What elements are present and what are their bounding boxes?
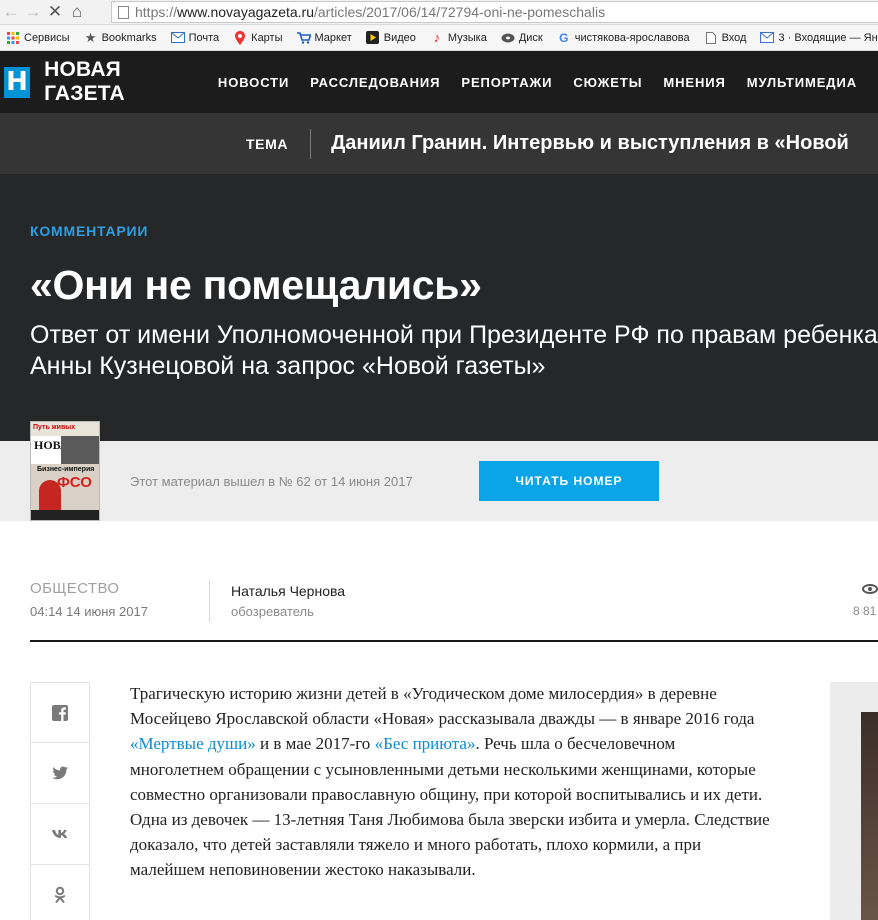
cart-icon xyxy=(296,31,311,45)
link-dead-souls[interactable]: «Мертвые души» xyxy=(130,734,256,753)
site-header: Н НОВАЯ ГАЗЕТА НОВОСТИ РАССЛЕДОВАНИЯ РЕП… xyxy=(0,51,878,113)
topic-divider xyxy=(310,128,312,159)
issue-cover-image[interactable]: Путь живых НОВАЯ Бизнес-империя ФСО xyxy=(30,421,100,521)
facebook-icon xyxy=(52,704,68,721)
page-icon xyxy=(704,31,718,45)
article-meta: ОБЩЕСТВО 04:14 14 июня 2017 Наталья Черн… xyxy=(0,570,878,642)
nav-item-opinions[interactable]: МНЕНИЯ xyxy=(663,75,725,90)
browser-toolbar: ← → ✕ ⌂ https://www.novayagazeta.ru/arti… xyxy=(0,0,878,25)
bookmark-mail[interactable]: Почта xyxy=(170,31,219,45)
author-name-link[interactable]: Наталья Чернова xyxy=(231,583,345,599)
bookmark-google-search[interactable]: G чистякова-ярославова xyxy=(557,31,690,45)
url-prefix: https:// xyxy=(135,4,178,20)
vk-icon xyxy=(52,830,68,838)
home-icon[interactable]: ⌂ xyxy=(66,1,88,23)
cover-top-text: Путь живых xyxy=(31,422,99,436)
twitter-icon xyxy=(52,766,68,780)
back-arrow-icon[interactable]: ← xyxy=(0,1,22,23)
share-twitter-button[interactable] xyxy=(31,743,89,804)
address-input[interactable]: https://www.novayagazeta.ru/articles/201… xyxy=(111,1,878,23)
url-host: www.novayagazeta.ru xyxy=(177,4,314,20)
bookmark-bookmarks[interactable]: ★ Bookmarks xyxy=(84,31,157,45)
share-panel xyxy=(30,682,90,920)
bookmarks-bar: Сервисы ★ Bookmarks Почта Карты Маркет В… xyxy=(0,25,878,51)
main-nav: НОВОСТИ РАССЛЕДОВАНИЯ РЕПОРТАЖИ СЮЖЕТЫ М… xyxy=(218,75,878,90)
google-icon: G xyxy=(559,30,569,45)
bookmark-music[interactable]: ♪ Музыка xyxy=(430,31,487,45)
share-vk-button[interactable] xyxy=(31,804,89,865)
url-path: /articles/2017/06/14/72794-oni-ne-pomesc… xyxy=(314,4,606,20)
topic-label: ТЕМА xyxy=(246,135,289,152)
disk-icon xyxy=(501,31,515,45)
inbox-icon xyxy=(760,31,775,45)
nav-item-multimedia[interactable]: МУЛЬТИМЕДИА xyxy=(747,75,857,90)
bookmark-inbox[interactable]: 3 · Входящие — Ян xyxy=(760,31,878,45)
meta-rule xyxy=(30,640,878,642)
bookmark-maps[interactable]: Карты xyxy=(233,30,283,45)
bookmark-disk[interactable]: Диск xyxy=(501,31,543,45)
issue-info-text: Этот материал вышел в № 62 от 14 июня 20… xyxy=(130,474,413,489)
odnoklassniki-icon xyxy=(54,886,66,903)
issue-strip: Путь живых НОВАЯ Бизнес-империя ФСО Этот… xyxy=(0,421,878,521)
share-odnoklassniki-button[interactable] xyxy=(31,865,89,920)
page-icon xyxy=(118,5,129,19)
topic-title-link[interactable]: Даниил Гранин. Интервью и выступления в … xyxy=(331,132,849,155)
article-hero: КОММЕНТАРИИ «Они не помещались» Ответ от… xyxy=(0,174,878,441)
cover-big-title: ФСО xyxy=(57,474,92,491)
cover-headline: Бизнес-империя xyxy=(37,466,95,473)
sidebar-teaser[interactable] xyxy=(830,682,878,920)
cover-photo xyxy=(61,436,99,464)
music-note-icon: ♪ xyxy=(433,30,441,45)
star-icon: ★ xyxy=(84,30,97,45)
link-bes-priyuta[interactable]: «Бес приюта» xyxy=(375,734,476,753)
meta-divider xyxy=(209,580,210,622)
nav-item-investigations[interactable]: РАССЛЕДОВАНИЯ xyxy=(310,75,440,90)
eye-icon xyxy=(862,584,878,594)
forward-arrow-icon[interactable]: → xyxy=(22,1,44,23)
section-link[interactable]: ОБЩЕСТВО xyxy=(30,580,119,597)
share-facebook-button[interactable] xyxy=(31,682,89,743)
article-paragraph: Трагическую историю жизни детей в «Угоди… xyxy=(130,684,770,880)
bookmark-market[interactable]: Маркет xyxy=(296,31,352,45)
article-body: Трагическую историю жизни детей в «Угоди… xyxy=(130,681,772,883)
apps-grid-icon xyxy=(6,31,20,45)
stop-loading-icon[interactable]: ✕ xyxy=(44,1,66,23)
author-role: обозреватель xyxy=(231,604,314,619)
map-pin-icon xyxy=(233,30,247,45)
cover-crowd xyxy=(31,510,99,520)
article-headline: «Они не помещались» xyxy=(30,262,482,308)
nav-item-reports[interactable]: РЕПОРТАЖИ xyxy=(461,75,552,90)
nav-item-stories[interactable]: СЮЖЕТЫ xyxy=(573,75,642,90)
topic-bar: ТЕМА Даниил Гранин. Интервью и выступлен… xyxy=(0,113,878,174)
article-subheadline: Ответ от имени Уполномоченной при Презид… xyxy=(30,321,878,380)
logo-icon[interactable]: Н xyxy=(4,66,31,98)
bookmark-video[interactable]: Видео xyxy=(366,31,416,45)
read-issue-button[interactable]: ЧИТАТЬ НОМЕР xyxy=(479,461,659,501)
logo-text[interactable]: НОВАЯ ГАЗЕТА xyxy=(44,58,182,106)
bookmark-services[interactable]: Сервисы xyxy=(6,31,70,45)
bookmark-login[interactable]: Вход xyxy=(704,31,746,45)
play-icon xyxy=(366,31,380,45)
publish-date: 04:14 14 июня 2017 xyxy=(30,604,148,619)
mail-icon xyxy=(170,31,185,45)
article-rubric[interactable]: КОММЕНТАРИИ xyxy=(30,223,148,239)
nav-item-news[interactable]: НОВОСТИ xyxy=(218,75,289,90)
sidebar-teaser-photo xyxy=(861,712,878,920)
views-count: 8 81 xyxy=(853,604,877,618)
